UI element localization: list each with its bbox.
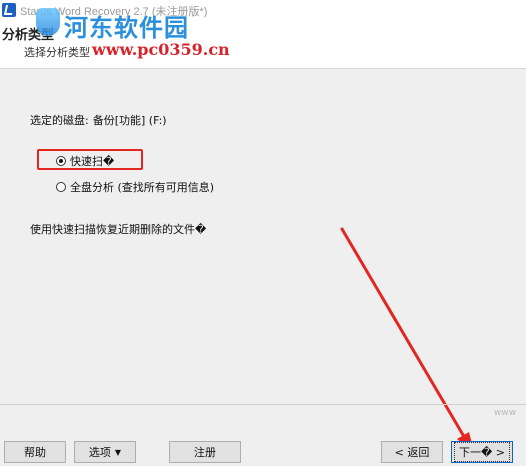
register-button[interactable]: 注册: [169, 441, 241, 463]
full-scan-option[interactable]: 全盘分析 (查找所有可用信息): [56, 179, 214, 195]
selected-disk-row: 选定的磁盘: 备份[功能] (F:): [30, 112, 167, 128]
back-button-label: < 返回: [394, 446, 430, 459]
options-button-label: 选项: [88, 446, 111, 459]
next-button[interactable]: 下一� >: [451, 441, 513, 463]
selected-disk-label: 选定的磁盘:: [30, 114, 89, 127]
window-title: Starus Word Recovery 2.7 (未注册版*): [20, 6, 208, 18]
selected-disk-value: 备份[功能] (F:): [92, 114, 167, 127]
help-button[interactable]: 帮助: [4, 441, 66, 463]
full-scan-label: 全盘分析 (查找所有可用信息): [70, 181, 215, 194]
back-button[interactable]: < 返回: [381, 441, 443, 463]
page-title: 分析类型: [2, 28, 55, 43]
quick-scan-option[interactable]: 快速扫�: [56, 153, 114, 169]
page-subtitle: 选择分析类型: [24, 46, 90, 59]
quick-scan-label: 快速扫�: [70, 155, 115, 168]
wizard-content: 选定的磁盘: 备份[功能] (F:) 快速扫� 全盘分析 (查找所有可用信息) 使…: [0, 69, 526, 404]
radio-unchecked-icon[interactable]: [56, 182, 66, 192]
scan-description: 使用快速扫描恢复近期删除的文件�: [30, 223, 207, 236]
wizard-header: 分析类型 选择分析类型: [0, 22, 526, 69]
caret-down-icon: ▼: [114, 447, 122, 457]
radio-checked-icon[interactable]: [56, 156, 66, 166]
register-button-label: 注册: [194, 446, 216, 459]
title-bar: Starus Word Recovery 2.7 (未注册版*): [0, 0, 526, 22]
help-button-label: 帮助: [24, 446, 46, 459]
footer-watermark: www: [494, 408, 517, 418]
app-logo-icon: [2, 3, 16, 17]
footer-divider: [0, 404, 526, 405]
options-button[interactable]: 选项 ▼: [74, 441, 136, 463]
next-button-label: 下一� >: [454, 442, 510, 462]
